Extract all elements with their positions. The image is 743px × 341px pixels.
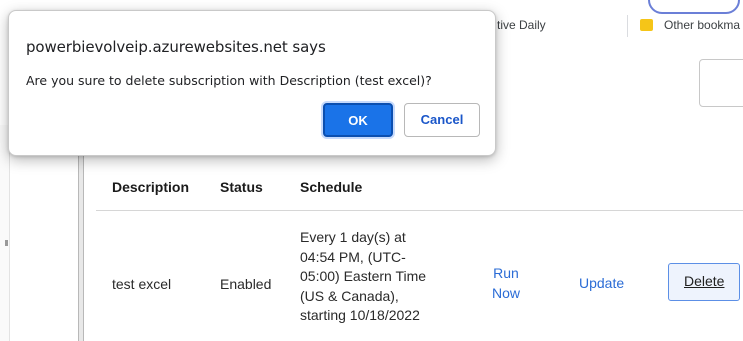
- schedule-line: Every 1 day(s) at: [300, 229, 406, 245]
- toolbar-button[interactable]: [699, 59, 743, 107]
- left-nav-frame: [0, 125, 10, 341]
- scroll-marker: [5, 240, 8, 246]
- run-now-label: Now: [491, 285, 520, 301]
- schedule-line: 05:00) Eastern Time: [300, 268, 427, 284]
- bookmark-item[interactable]: tive Daily: [497, 18, 546, 32]
- other-bookmarks[interactable]: Other bookma: [664, 18, 740, 32]
- column-header-description: Description: [112, 179, 190, 195]
- cell-status: Enabled: [220, 276, 272, 292]
- confirm-dialog: powerbievolveip.azurewebsites.net says A…: [8, 10, 496, 156]
- delete-label: Delete: [684, 273, 725, 289]
- cell-schedule: Every 1 day(s) at 04:54 PM, (UTC- 05:00)…: [300, 228, 450, 326]
- cell-description: test excel: [112, 276, 172, 292]
- cancel-button[interactable]: Cancel: [404, 103, 480, 137]
- run-now-label: Run: [493, 265, 519, 281]
- ok-button[interactable]: OK: [323, 103, 393, 137]
- schedule-line: 04:54 PM, (UTC-: [300, 248, 406, 265]
- update-link[interactable]: Update: [579, 273, 624, 293]
- schedule-line: (US & Canada),: [300, 287, 399, 304]
- panel-divider[interactable]: [78, 155, 84, 341]
- profile-pill[interactable]: [648, 0, 740, 14]
- dialog-message: Are you sure to delete subscription with…: [26, 73, 432, 88]
- run-now-link[interactable]: Run Now: [484, 263, 528, 303]
- header-divider: [96, 210, 743, 211]
- delete-button[interactable]: Delete: [668, 263, 740, 301]
- bookmark-separator: [627, 15, 628, 37]
- subscriptions-table: Description Status Schedule test excel E…: [96, 155, 743, 341]
- folder-icon: [640, 19, 653, 31]
- dialog-title: powerbievolveip.azurewebsites.net says: [26, 38, 326, 56]
- column-header-schedule: Schedule: [300, 179, 363, 195]
- schedule-line: starting 10/18/2022: [300, 307, 420, 323]
- column-header-status: Status: [220, 179, 263, 195]
